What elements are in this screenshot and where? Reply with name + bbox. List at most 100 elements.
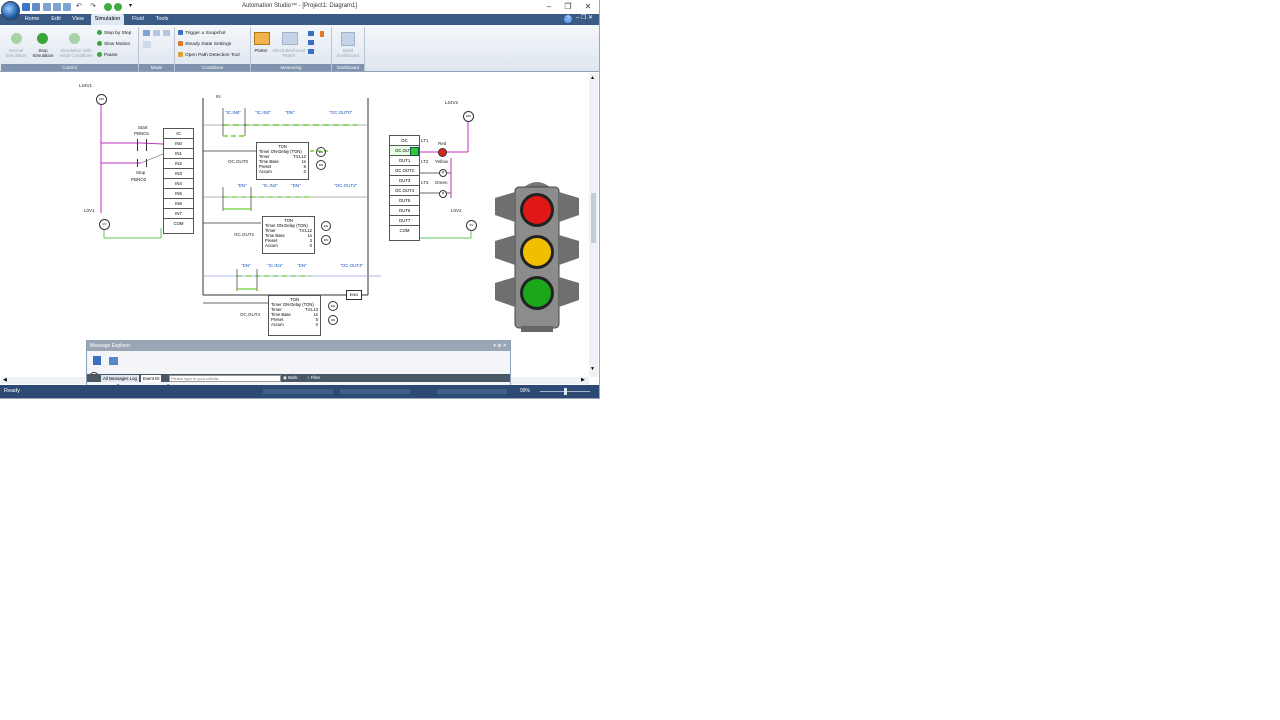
ton-2-accum-label: Accum <box>265 243 278 248</box>
output-card-com: COM <box>390 225 419 235</box>
help-icon[interactable]: ? <box>564 15 572 23</box>
diagram-canvas[interactable]: L24V1 24V L24V2 24V L0V1 0V L0V2 0V Star… <box>1 73 589 377</box>
plotter-button[interactable]: Plotter <box>251 48 271 53</box>
scroll-thumb[interactable] <box>591 193 596 243</box>
mode-icon-4[interactable] <box>143 41 151 48</box>
slow-motion-button[interactable]: Slow Motion <box>97 41 130 48</box>
tab-view[interactable]: View <box>68 14 88 25</box>
normal-simulation-button[interactable]: Normal Simulation <box>1 48 31 58</box>
ton-2-accum-value: 0 <box>309 243 312 248</box>
tag-dn-1: "DN" <box>285 110 295 115</box>
traffic-light-base <box>521 326 553 332</box>
output-card-out4: OC.OUT4 <box>390 185 419 195</box>
power-24v-terminal-1[interactable]: 24V <box>96 94 107 105</box>
group-mode: Mode <box>139 27 175 71</box>
power-0v-terminal-1[interactable]: 0V <box>99 219 110 230</box>
ton-1-dn-coil[interactable]: DN <box>316 160 326 170</box>
ton-3-accum-value: 0 <box>315 322 318 327</box>
tab-home[interactable]: Home <box>22 14 42 25</box>
pause-button[interactable]: Pause <box>97 52 118 59</box>
panel-controls[interactable]: ▾ ⊕ ✕ <box>493 341 507 351</box>
power-24v-terminal-2[interactable]: 24V <box>463 111 474 122</box>
green-lamp[interactable]: × <box>439 190 447 198</box>
message-explorer-title: Message Explorer <box>90 343 131 349</box>
end-instruction[interactable]: END <box>346 290 362 300</box>
close-button[interactable]: ✕ <box>581 1 595 12</box>
scroll-up-icon[interactable]: ▲ <box>590 75 595 81</box>
ton-block-1[interactable]: TON Timer ON-Delay (TON) Timer T4:L12 Tim… <box>256 142 309 180</box>
probe-icon[interactable] <box>320 31 324 37</box>
power-0v-terminal-2[interactable]: 0V <box>466 220 477 231</box>
tag-dn-3: "DN" <box>291 183 301 188</box>
electro-plotter-button[interactable]: Electrotechnical Plotter <box>269 48 309 58</box>
traffic-light-yellow-lens <box>523 238 551 266</box>
ton-3-accum-row: Accum 0 <box>271 322 318 327</box>
open-path-button[interactable]: Open Path Detection Tool <box>178 52 240 59</box>
group-label-dashboard: Dashboard <box>332 64 364 71</box>
red-lamp[interactable] <box>438 148 447 157</box>
tab-tools[interactable]: Tools <box>152 14 172 25</box>
pbno1-label: PBNO1 <box>134 131 150 136</box>
tab-simulation[interactable]: Simulation <box>91 14 124 25</box>
ton-block-3[interactable]: TON Timer ON-Delay (TON) Timer T4:L13 Tim… <box>268 295 321 336</box>
input-card[interactable]: IC IN0 IN1 IN2 IN3 IN4 IN5 IN6 IN7 COM <box>163 128 194 234</box>
tab-edit[interactable]: Edit <box>46 14 66 25</box>
export-icon[interactable] <box>109 357 118 365</box>
stop-simulation-button[interactable]: Stop Simulation <box>29 48 57 58</box>
steady-state-label: Steady State Settings <box>185 41 232 47</box>
ton-3-dn-coil[interactable]: DN <box>328 315 338 325</box>
measure-icon-2[interactable] <box>308 40 314 45</box>
steady-state-button[interactable]: Steady State Settings <box>178 41 231 48</box>
tag-dn-5: "DN" <box>297 263 307 268</box>
output-card-out7: OUT7 <box>390 215 419 225</box>
traffic-light[interactable] <box>493 180 581 335</box>
ribbon-window-controls[interactable]: – ❐ ✕ <box>576 14 593 21</box>
start-pushbutton[interactable] <box>137 139 147 151</box>
slow-motion-icon <box>97 41 102 46</box>
ton-2-en-coil[interactable]: EN <box>321 221 331 231</box>
traffic-light-visor-l3 <box>495 277 515 307</box>
status-bar: Ready 99% <box>0 385 599 398</box>
build-dashboard-button[interactable]: Build Dashboard <box>332 48 364 58</box>
ton-2-accum-row: Accum 0 <box>265 243 312 248</box>
measure-icon-3[interactable] <box>308 49 314 54</box>
mark-option[interactable]: ◉ Mark <box>283 375 298 381</box>
tab-all-messages-log[interactable]: All Messages Log <box>101 375 139 382</box>
criteria-input[interactable] <box>169 375 281 382</box>
camera-icon <box>178 30 183 35</box>
step-by-step-button[interactable]: Step by Step <box>97 30 131 37</box>
scroll-left-icon[interactable]: ◀ <box>3 377 7 383</box>
ton-block-2[interactable]: TON Timer ON-Delay (TON) Timer T4:L12 Tim… <box>262 216 315 254</box>
tab-fluid[interactable]: Fluid <box>128 14 148 25</box>
event-id-column[interactable]: Event ID <box>141 375 162 382</box>
trigger-snapshot-button[interactable]: Trigger a Snapshot <box>178 30 226 37</box>
measure-icon-1[interactable] <box>308 31 314 36</box>
ton-3-en-coil[interactable]: EN <box>328 301 338 311</box>
dashboard-icon <box>341 32 355 46</box>
mode-icon-3[interactable] <box>163 30 170 36</box>
yellow-lamp[interactable]: × <box>439 169 447 177</box>
input-card-com: COM <box>164 218 193 228</box>
zoom-slider-thumb[interactable] <box>564 388 567 395</box>
flag-icon[interactable] <box>93 356 101 365</box>
normal-simulation-icon <box>11 33 22 44</box>
filter-option[interactable]: ○ Filter <box>307 375 320 380</box>
mode-icon-2[interactable] <box>153 30 160 36</box>
stop-pushbutton[interactable] <box>137 159 147 167</box>
mode-icon-1[interactable] <box>143 30 150 36</box>
tag-dn-4: "DN" <box>241 263 251 268</box>
restore-button[interactable]: ❐ <box>561 1 575 12</box>
app-logo[interactable] <box>1 1 20 20</box>
simulation-initial-conditions-button[interactable]: Simulation With Initial Conditions <box>56 48 96 58</box>
ton-2-dn-coil[interactable]: DN <box>321 235 331 245</box>
scroll-down-icon[interactable]: ▼ <box>590 366 595 372</box>
vertical-scrollbar[interactable]: ▲ ▼ <box>589 73 598 377</box>
trigger-snapshot-label: Trigger a Snapshot <box>185 30 226 36</box>
ton-1-accum-label: Accum <box>259 169 272 174</box>
red-lamp-label: Red <box>438 141 447 146</box>
status-field-2 <box>340 389 410 394</box>
scroll-right-icon[interactable]: ▶ <box>581 377 585 383</box>
minimize-button[interactable]: – <box>542 1 556 12</box>
zoom-level: 99% <box>520 388 531 394</box>
ton-1-en-coil[interactable]: EN <box>316 147 326 157</box>
